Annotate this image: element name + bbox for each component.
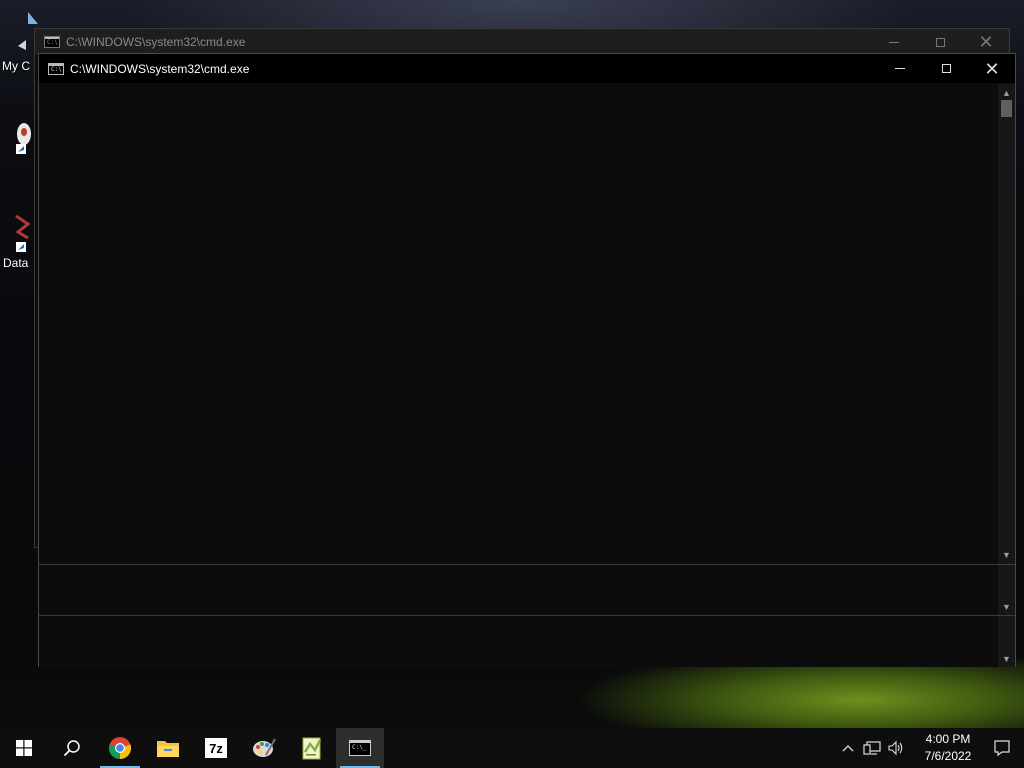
minimize-icon (889, 41, 899, 43)
notification-icon (994, 740, 1010, 757)
network-icon (863, 741, 881, 755)
cmd-icon-text: C:\. (51, 65, 66, 73)
taskbar-notepad-plus[interactable] (288, 728, 336, 768)
taskbar-chrome[interactable] (96, 728, 144, 768)
desktop-icon-this-pc[interactable]: My C (0, 8, 38, 74)
chrome-icon (108, 737, 132, 760)
scrollbar[interactable]: ▼ (998, 565, 1015, 615)
console-pane-main[interactable]: ▲ ▼ (39, 84, 1015, 564)
console-pane-secondary[interactable]: ▼ (39, 564, 1015, 615)
maximize-icon (935, 37, 945, 47)
speaker-icon (888, 740, 903, 756)
volume-button[interactable] (884, 728, 908, 768)
window-title: C:\WINDOWS\system32\cmd.exe (70, 61, 250, 76)
taskbar-clock[interactable]: 4:00 PM 7/6/2022 (916, 731, 980, 765)
maximize-button[interactable] (917, 29, 963, 55)
data-shortcut-icon (15, 214, 31, 252)
search-icon (63, 740, 80, 757)
taskbar-paint[interactable] (240, 728, 288, 768)
close-icon: ✕ (978, 32, 994, 52)
scroll-down-arrow-icon[interactable]: ▼ (998, 600, 1015, 614)
action-center-button[interactable] (980, 728, 1024, 768)
maximize-icon (941, 64, 951, 73)
minimize-button[interactable] (871, 29, 917, 55)
maximize-button[interactable] (923, 54, 969, 83)
scrollbar-thumb[interactable] (1001, 100, 1012, 117)
system-tray: 4:00 PM 7/6/2022 (836, 728, 1024, 768)
desktop-icon-data[interactable]: Data (0, 210, 34, 274)
start-button[interactable] (0, 728, 48, 768)
scroll-down-arrow-icon[interactable]: ▼ (998, 652, 1015, 666)
windows-logo-icon (16, 740, 32, 756)
notepad-icon (302, 737, 322, 760)
taskbar: 7z C:\_ 4:00 PM 7/6/2022 (0, 728, 1024, 768)
close-button[interactable]: ✕ (969, 54, 1015, 83)
folder-icon (157, 741, 179, 757)
scrollbar[interactable]: ▼ (998, 616, 1015, 667)
console-pane-tertiary[interactable]: ▼ (39, 615, 1015, 667)
title-bar[interactable]: C:\. C:\WINDOWS\system32\cmd.exe ✕ (39, 54, 1015, 83)
minimize-button[interactable] (877, 54, 923, 83)
scroll-up-arrow-icon[interactable]: ▲ (998, 86, 1015, 100)
taskbar-file-explorer[interactable] (144, 728, 192, 768)
desktop-icon-label: My C (2, 59, 30, 73)
desktop-icon-label: Data (3, 256, 29, 270)
clock-time: 4:00 PM (925, 732, 971, 746)
taskbar-7zip[interactable]: 7z (192, 728, 240, 768)
cmd-icon: C:\_ (349, 740, 371, 756)
network-button[interactable] (860, 728, 884, 768)
cmd-window[interactable]: C:\. C:\WINDOWS\system32\cmd.exe ✕ ▲ ▼ ▼… (38, 53, 1016, 667)
taskbar-cmd[interactable]: C:\_ (336, 728, 384, 768)
paint-palette-icon (253, 738, 276, 757)
close-icon: ✕ (984, 58, 1000, 79)
app-shortcut-icon (16, 123, 31, 154)
scroll-down-arrow-icon[interactable]: ▼ (998, 548, 1015, 562)
clock-date: 7/6/2022 (924, 749, 972, 763)
search-button[interactable] (48, 728, 96, 768)
show-hidden-icons-button[interactable] (836, 728, 860, 768)
window-title: C:\WINDOWS\system32\cmd.exe (66, 35, 246, 49)
scrollbar[interactable]: ▲ ▼ (998, 84, 1015, 564)
title-bar[interactable]: C:\. C:\WINDOWS\system32\cmd.exe ✕ (35, 29, 1009, 55)
cmd-icon: C:\. (48, 62, 66, 75)
close-button[interactable]: ✕ (963, 29, 1009, 55)
cmd-icon: C:\. (44, 36, 61, 48)
minimize-icon (895, 68, 905, 69)
chevron-up-icon (842, 745, 854, 752)
7zip-icon: 7z (205, 738, 227, 758)
desktop-icon-shortcut[interactable] (0, 116, 34, 168)
